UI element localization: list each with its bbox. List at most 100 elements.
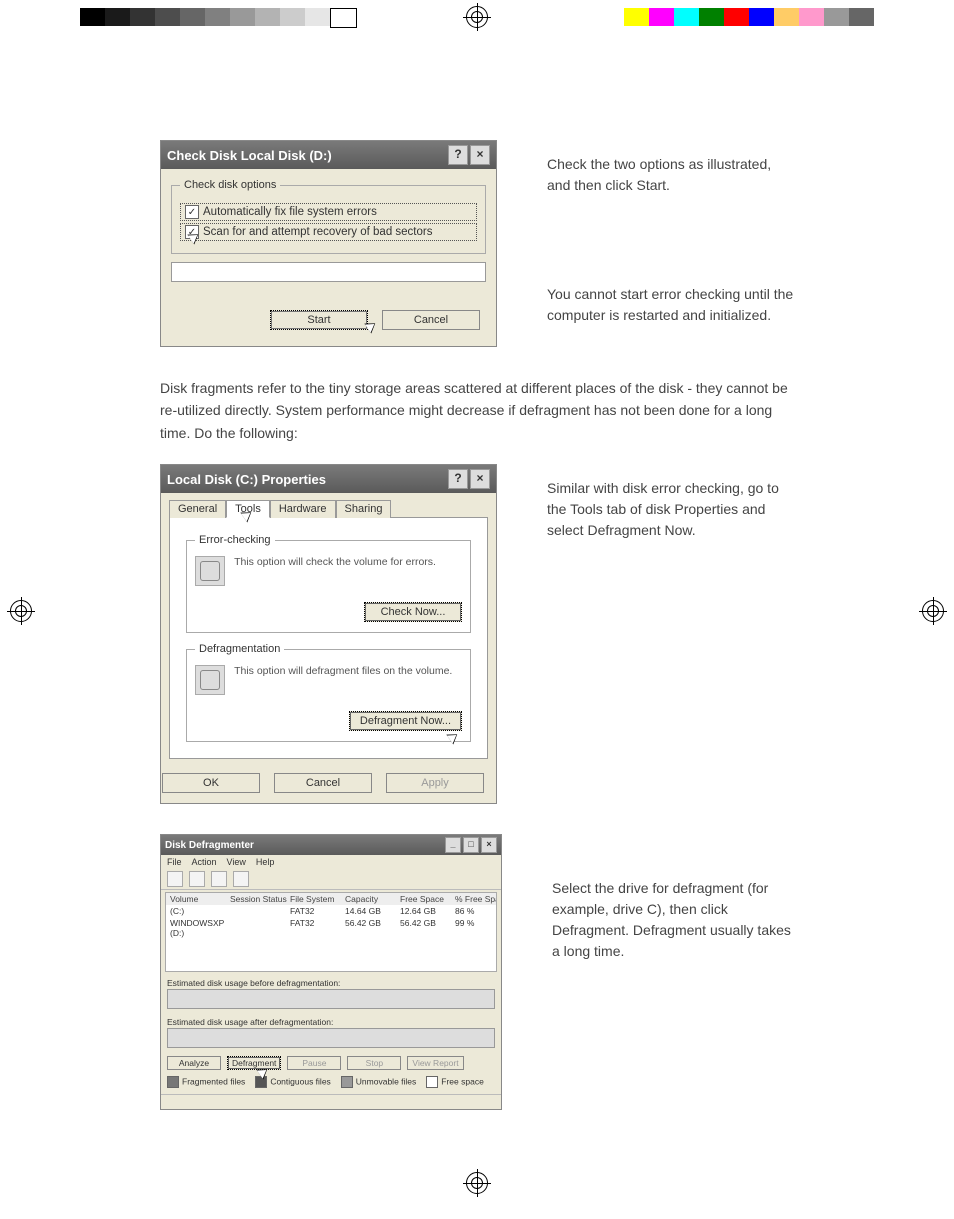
start-button[interactable]: Start — [270, 310, 368, 330]
close-button[interactable]: × — [481, 837, 497, 853]
defrag-legend: Fragmented files Contiguous files Unmova… — [161, 1074, 501, 1094]
legend-swatch-unmovable — [341, 1076, 353, 1088]
forward-button[interactable] — [189, 871, 205, 887]
maximize-button[interactable]: □ — [463, 837, 479, 853]
cell: WINDOWSXP (D:) — [170, 918, 230, 938]
dialog-title: Check Disk Local Disk (D:) — [167, 148, 332, 163]
close-button[interactable]: × — [470, 145, 490, 165]
legend-label: Fragmented files — [182, 1076, 245, 1086]
group-description: This option will defragment files on the… — [234, 665, 452, 679]
registration-mark — [10, 600, 32, 622]
volume-list: Volume Session Status File System Capaci… — [165, 892, 497, 972]
defragmentation-group: Defragmentation This option will defragm… — [186, 643, 471, 742]
pause-button[interactable]: Pause — [287, 1056, 341, 1070]
instruction-text: Similar with disk error checking, go to … — [547, 478, 794, 541]
group-legend: Check disk options — [180, 179, 280, 191]
ok-button[interactable]: OK — [162, 773, 260, 793]
check-disk-options-group: Check disk options ✓ Automatically fix f… — [171, 179, 486, 254]
status-strip — [161, 1094, 501, 1109]
close-button[interactable]: × — [470, 469, 490, 489]
cell: 12.64 GB — [400, 906, 455, 916]
window-title: Disk Defragmenter — [165, 840, 254, 851]
menu-bar: File Action View Help — [161, 855, 501, 869]
volume-row[interactable]: WINDOWSXP (D:) FAT32 56.42 GB 56.42 GB 9… — [166, 917, 496, 939]
col-header: Session Status — [230, 894, 290, 904]
menu-help[interactable]: Help — [256, 857, 275, 867]
tab-tools[interactable]: Tools — [226, 500, 270, 518]
col-header: Capacity — [345, 894, 400, 904]
grid-header: Volume Session Status File System Capaci… — [166, 893, 496, 905]
menu-action[interactable]: Action — [192, 857, 217, 867]
cell: 99 % — [455, 918, 497, 938]
checkbox-label: Scan for and attempt recovery of bad sec… — [203, 226, 432, 238]
grayscale-calibration-bar — [80, 8, 357, 26]
col-header: Free Space — [400, 894, 455, 904]
checkbox-label: Automatically fix file system errors — [203, 206, 377, 218]
checkbox-icon: ✓ — [185, 205, 199, 219]
progress-bar — [171, 262, 486, 282]
usage-before-bar — [167, 989, 495, 1009]
scan-bad-sectors-checkbox-row[interactable]: ✓ Scan for and attempt recovery of bad s… — [180, 223, 477, 241]
instruction-text: You cannot start error checking until th… — [547, 284, 794, 326]
legend-label: Contiguous files — [270, 1076, 330, 1086]
paragraph-text: Disk fragments refer to the tiny storage… — [160, 377, 794, 444]
volume-row[interactable]: (C:) FAT32 14.64 GB 12.64 GB 86 % — [166, 905, 496, 917]
cell: FAT32 — [290, 918, 345, 938]
instruction-text: Check the two options as illustrated, an… — [547, 154, 794, 196]
dialog-titlebar: Local Disk (C:) Properties ? × — [161, 465, 496, 493]
tab-hardware[interactable]: Hardware — [270, 500, 336, 518]
minimize-button[interactable]: _ — [445, 837, 461, 853]
cancel-button[interactable]: Cancel — [274, 773, 372, 793]
cell: 56.42 GB — [400, 918, 455, 938]
check-disk-dialog: Check Disk Local Disk (D:) ? × Check dis… — [160, 140, 497, 347]
cell: 14.64 GB — [345, 906, 400, 916]
cell: (C:) — [170, 906, 230, 916]
cancel-button[interactable]: Cancel — [382, 310, 480, 330]
tab-strip: General Tools Hardware Sharing — [161, 493, 496, 517]
col-header: Volume — [170, 894, 230, 904]
disk-check-icon — [195, 556, 225, 586]
apply-button[interactable]: Apply — [386, 773, 484, 793]
registration-mark — [466, 6, 488, 28]
cell: FAT32 — [290, 906, 345, 916]
cell — [230, 906, 290, 916]
registration-mark — [466, 1172, 488, 1194]
dialog-title: Local Disk (C:) Properties — [167, 472, 326, 487]
menu-file[interactable]: File — [167, 857, 182, 867]
analyze-button[interactable]: Analyze — [167, 1056, 221, 1070]
toolbar-button[interactable] — [233, 871, 249, 887]
cell: 56.42 GB — [345, 918, 400, 938]
error-checking-group: Error-checking This option will check th… — [186, 534, 471, 633]
back-button[interactable] — [167, 871, 183, 887]
help-button[interactable]: ? — [448, 469, 468, 489]
auto-fix-checkbox-row[interactable]: ✓ Automatically fix file system errors — [180, 203, 477, 221]
cursor-icon — [446, 730, 460, 745]
tab-sharing[interactable]: Sharing — [336, 500, 392, 518]
defragment-button[interactable]: Defragment — [227, 1056, 281, 1070]
legend-swatch-fragmented — [167, 1076, 179, 1088]
toolbar-button[interactable] — [211, 871, 227, 887]
group-legend: Error-checking — [195, 534, 275, 546]
check-now-button[interactable]: Check Now... — [364, 602, 462, 622]
window-titlebar: Disk Defragmenter _ □ × — [161, 835, 501, 855]
toolbar — [161, 869, 501, 890]
tab-general[interactable]: General — [169, 500, 226, 518]
legend-swatch-contiguous — [255, 1076, 267, 1088]
stop-button[interactable]: Stop — [347, 1056, 401, 1070]
view-report-button[interactable]: View Report — [407, 1056, 463, 1070]
tools-tab-pane: Error-checking This option will check th… — [169, 517, 488, 759]
checkbox-icon: ✓ — [185, 225, 199, 239]
help-button[interactable]: ? — [448, 145, 468, 165]
color-calibration-bar — [624, 8, 874, 26]
disk-defragmenter-window: Disk Defragmenter _ □ × File Action View… — [160, 834, 502, 1110]
cell — [230, 918, 290, 938]
before-label: Estimated disk usage before defragmentat… — [161, 974, 501, 989]
usage-after-bar — [167, 1028, 495, 1048]
menu-view[interactable]: View — [227, 857, 246, 867]
registration-mark — [922, 600, 944, 622]
col-header: File System — [290, 894, 345, 904]
legend-label: Free space — [441, 1076, 484, 1086]
legend-swatch-free — [426, 1076, 438, 1088]
dialog-titlebar: Check Disk Local Disk (D:) ? × — [161, 141, 496, 169]
defragment-now-button[interactable]: Defragment Now... — [349, 711, 462, 731]
